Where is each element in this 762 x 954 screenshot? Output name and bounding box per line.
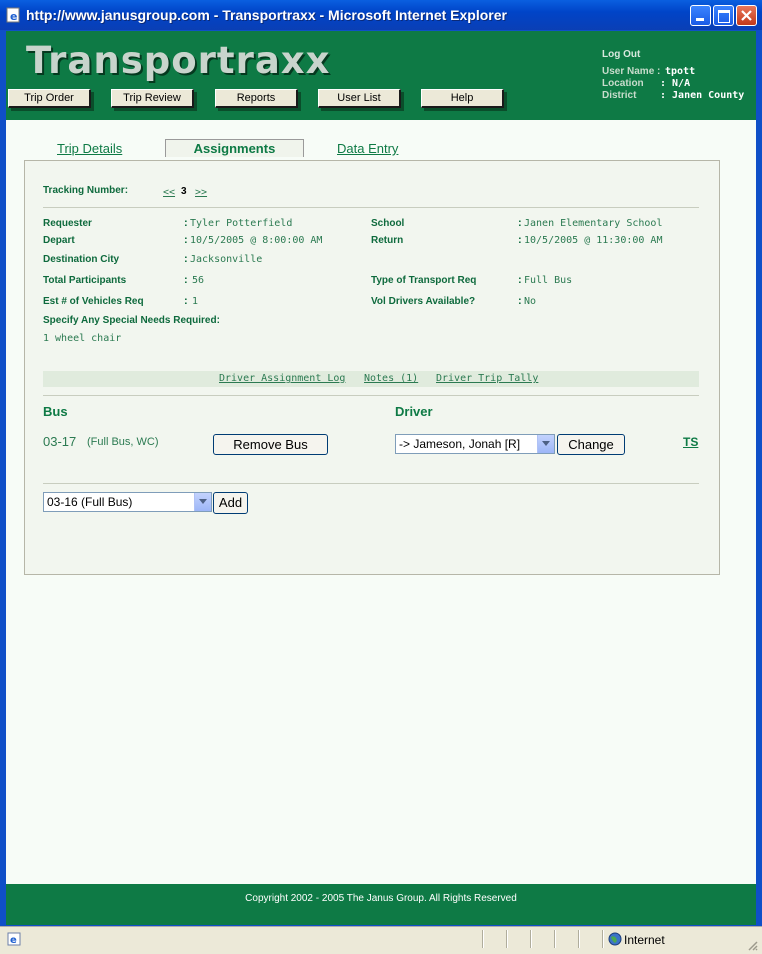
close-button[interactable] — [736, 5, 757, 26]
close-icon — [741, 10, 752, 21]
add-bus-select[interactable]: 03-16 (Full Bus) — [43, 492, 212, 512]
nav-reports[interactable]: Reports — [215, 89, 298, 108]
destination-value: Jacksonville — [190, 254, 263, 265]
colon: : — [184, 295, 188, 307]
vol-drivers-label: Vol Drivers Available? — [371, 296, 476, 307]
window-titlebar: e http://www.janusgroup.com - Transportr… — [0, 0, 762, 30]
driver-select-value: -> Jameson, Jonah [R] — [399, 437, 521, 451]
tracking-number: 3 — [181, 186, 187, 197]
status-divider — [602, 930, 604, 948]
colon: : — [184, 217, 188, 229]
status-bar: e Internet — [0, 926, 762, 954]
divider — [43, 207, 699, 208]
transport-type-label: Type of Transport Req — [371, 275, 477, 286]
location-label: Location — [602, 78, 644, 89]
school-label: School — [371, 218, 405, 229]
return-label: Return — [371, 235, 404, 246]
nav-trip-review[interactable]: Trip Review — [111, 89, 194, 108]
nav-help[interactable]: Help — [421, 89, 504, 108]
special-needs-value: 1 wheel chair — [43, 333, 122, 344]
minimize-button[interactable] — [690, 5, 711, 26]
assignments-panel: Tracking Number: << 3 >> Requester : Tyl… — [24, 160, 720, 575]
transport-type-value: Full Bus — [524, 275, 573, 286]
bus-id: 03-17 — [43, 434, 77, 449]
vehicles-value: 1 — [192, 296, 199, 307]
participants-label: Total Participants — [43, 275, 127, 286]
bus-description: (Full Bus, WC) — [87, 436, 159, 448]
nav-user-list[interactable]: User List — [318, 89, 401, 108]
svg-text:e: e — [10, 10, 17, 23]
status-divider — [506, 930, 508, 948]
ie-page-icon: e — [6, 7, 20, 23]
app-header: Transportraxx Trip Order Trip Review Rep… — [6, 31, 756, 120]
app-logo: Transportraxx — [26, 39, 331, 82]
resize-grip-icon[interactable] — [746, 939, 758, 951]
nav-trip-order[interactable]: Trip Order — [8, 89, 91, 108]
page-status-icon: e — [7, 932, 21, 946]
user-name-label: User Name : — [602, 66, 661, 77]
user-name-value: tpott — [665, 66, 696, 77]
district-value: : Janen County — [660, 90, 745, 101]
tracking-label: Tracking Number: — [43, 185, 129, 196]
link-bar: Driver Assignment Log Notes (1) Driver T… — [43, 371, 699, 387]
driver-select[interactable]: -> Jameson, Jonah [R] — [395, 434, 555, 454]
browser-viewport: Transportraxx Trip Order Trip Review Rep… — [6, 31, 756, 925]
requester-value: Tyler Potterfield — [190, 218, 293, 229]
requester-label: Requester — [43, 218, 92, 229]
page-footer: Copyright 2002 - 2005 The Janus Group. A… — [6, 884, 756, 925]
ts-link[interactable]: TS — [683, 435, 698, 449]
security-zone-label: Internet — [624, 933, 665, 947]
return-value: 10/5/2005 @ 11:30:00 AM — [524, 235, 663, 246]
bus-header: Bus — [43, 404, 68, 419]
driver-trip-tally-link[interactable]: Driver Trip Tally — [436, 373, 538, 384]
colon: : — [518, 234, 522, 246]
depart-label: Depart — [43, 235, 75, 246]
status-divider — [482, 930, 484, 948]
notes-link[interactable]: Notes (1) — [364, 373, 418, 384]
chevron-down-icon[interactable] — [537, 435, 554, 453]
globe-icon — [608, 932, 622, 946]
tracking-prev-link[interactable]: << — [163, 187, 175, 198]
vehicles-label: Est # of Vehicles Req — [43, 296, 144, 307]
tab-data-entry[interactable]: Data Entry — [337, 141, 398, 156]
location-value: : N/A — [660, 78, 691, 89]
add-bus-button[interactable]: Add — [213, 492, 248, 514]
add-bus-select-value: 03-16 (Full Bus) — [47, 495, 133, 509]
divider — [43, 395, 699, 396]
tracking-next-link[interactable]: >> — [195, 187, 207, 198]
status-divider — [554, 930, 556, 948]
status-divider — [578, 930, 580, 948]
special-needs-label: Specify Any Special Needs Required: — [43, 315, 220, 326]
destination-label: Destination City — [43, 254, 120, 265]
change-driver-button[interactable]: Change — [557, 434, 625, 455]
tab-assignments[interactable]: Assignments — [165, 139, 304, 157]
depart-value: 10/5/2005 @ 8:00:00 AM — [190, 235, 323, 246]
window-title: http://www.janusgroup.com - Transportrax… — [26, 7, 507, 23]
chevron-down-icon[interactable] — [194, 493, 211, 511]
remove-bus-button[interactable]: Remove Bus — [213, 434, 328, 455]
district-label: District — [602, 90, 637, 101]
svg-text:e: e — [10, 935, 17, 946]
colon: : — [518, 274, 522, 286]
colon: : — [518, 217, 522, 229]
driver-assignment-log-link[interactable]: Driver Assignment Log — [219, 373, 345, 384]
colon: : — [184, 274, 188, 286]
tab-trip-details[interactable]: Trip Details — [57, 141, 122, 156]
logout-link[interactable]: Log Out — [602, 49, 640, 60]
divider — [43, 483, 699, 484]
colon: : — [184, 234, 188, 246]
maximize-button[interactable] — [713, 5, 734, 26]
driver-header: Driver — [395, 404, 433, 419]
school-value: Janen Elementary School — [524, 218, 663, 229]
status-divider — [530, 930, 532, 948]
colon: : — [518, 295, 522, 307]
participants-value: 56 — [192, 275, 205, 286]
colon: : — [184, 253, 188, 265]
vol-drivers-value: No — [524, 296, 537, 307]
